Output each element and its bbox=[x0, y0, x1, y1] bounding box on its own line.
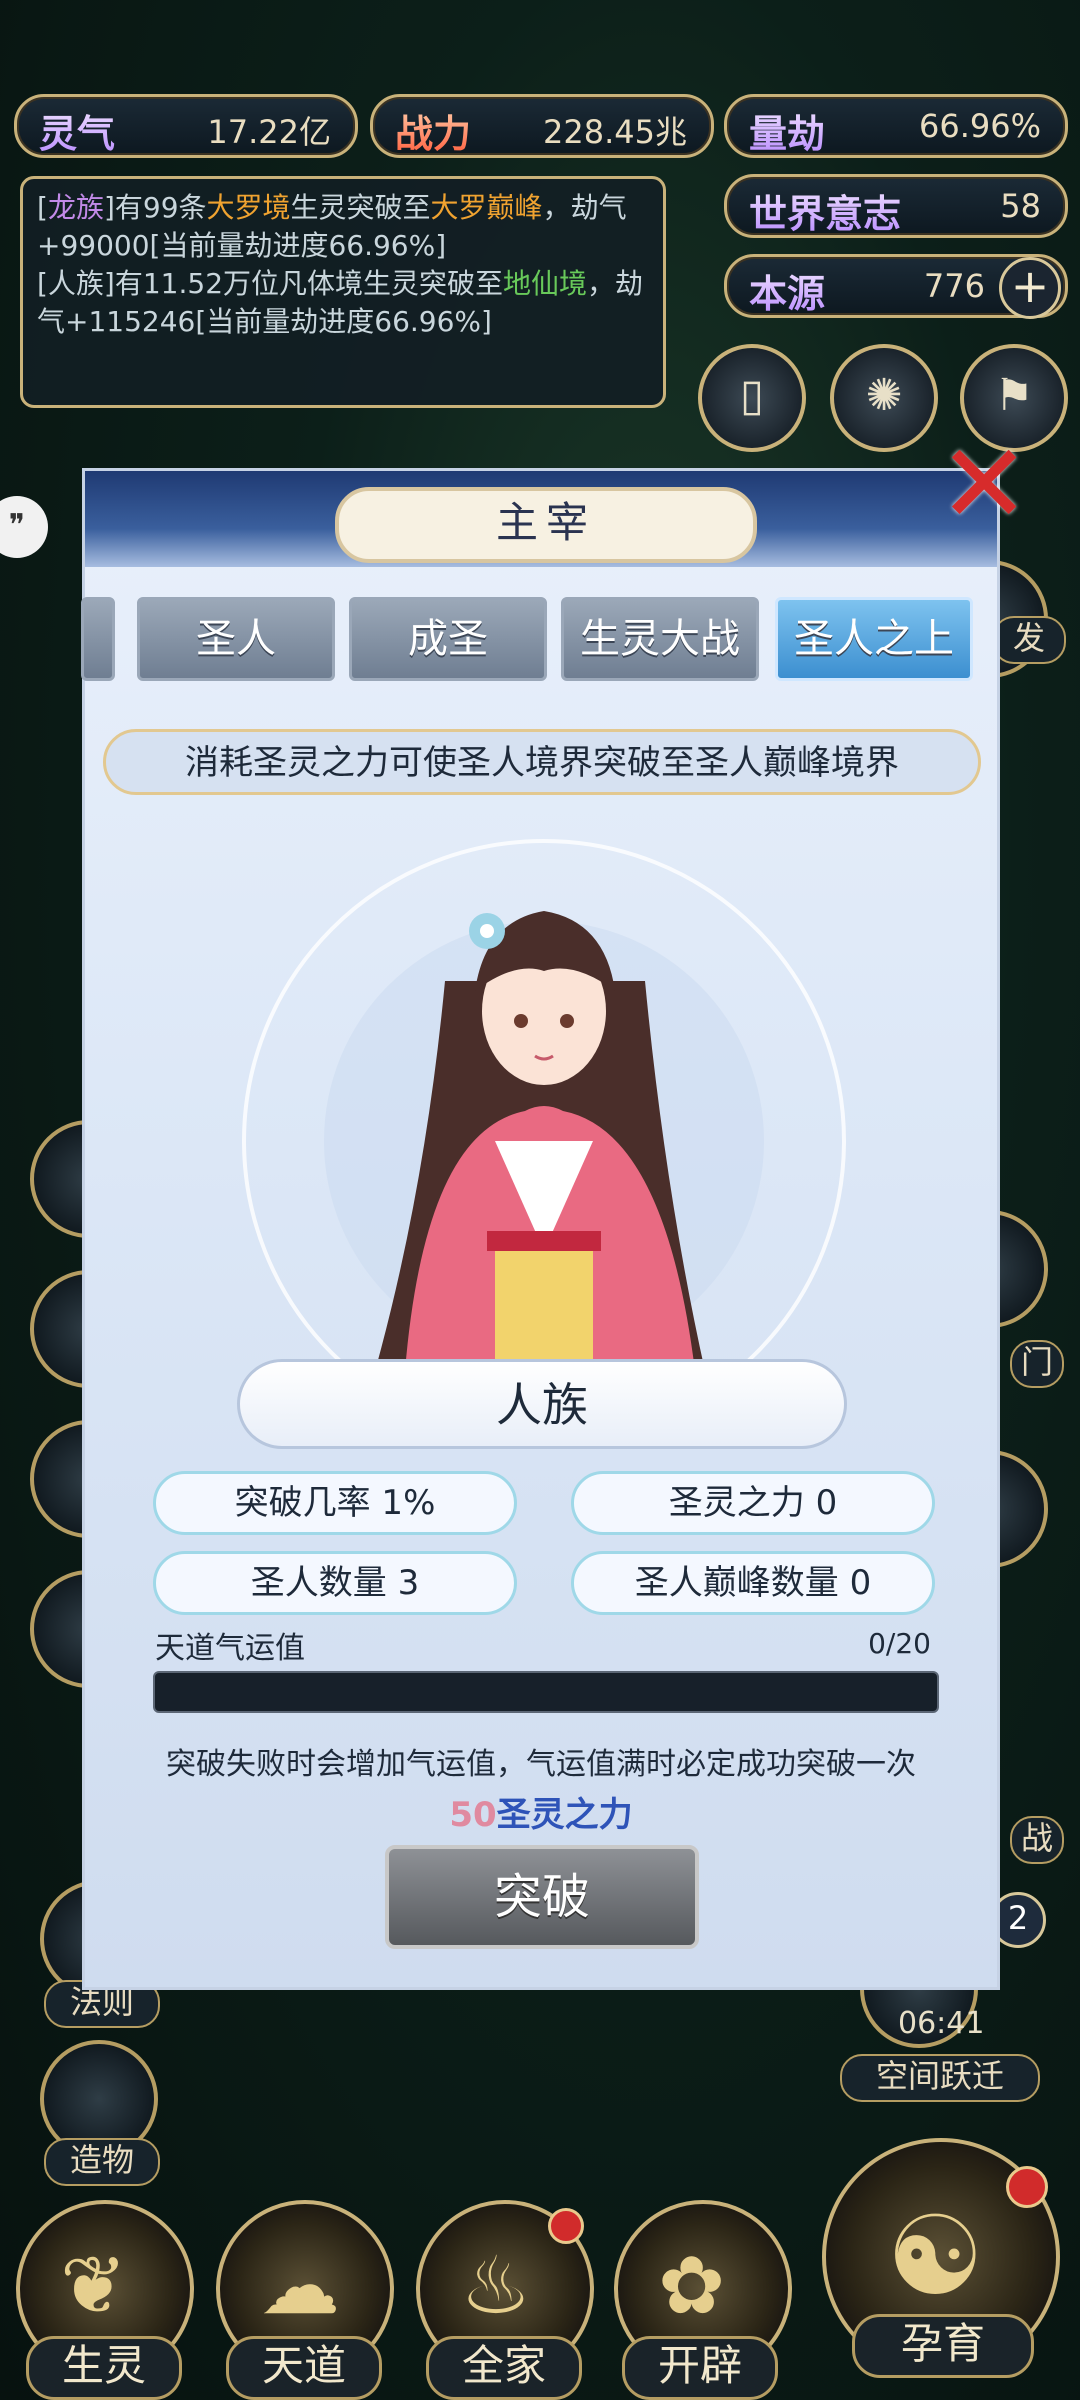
event-log: [龙族]有99条大罗境生灵突破至大罗巅峰，劫气+99000[当前量劫进度66.9… bbox=[20, 176, 666, 408]
zhanli-label: 战力 bbox=[395, 103, 471, 158]
log-race: 龙族 bbox=[47, 191, 104, 224]
luck-progress-bar bbox=[153, 1671, 939, 1713]
zhanli-value: 228.45兆 bbox=[543, 113, 687, 151]
saint-peak-count: 圣人巅峰数量 0 bbox=[571, 1551, 935, 1615]
embryo-icon: ☯ bbox=[886, 2192, 985, 2320]
dock-label-shengling: 生灵 bbox=[26, 2336, 182, 2400]
liangjie-bar: 量劫 66.96% bbox=[724, 94, 1068, 158]
tab-shengling-dazhan[interactable]: 生灵大战 bbox=[561, 597, 759, 681]
cost-currency: 圣灵之力 bbox=[496, 1795, 633, 1835]
character-portrait bbox=[242, 839, 846, 1411]
yunyu-red-dot bbox=[1006, 2166, 1048, 2208]
tab-shengren[interactable]: 圣人 bbox=[137, 597, 335, 681]
timer-text: 06:41 bbox=[898, 2006, 985, 2041]
cloud-icon: ☁ bbox=[260, 2239, 340, 2332]
log-text: [ bbox=[37, 191, 48, 224]
cost-label: 50圣灵之力 bbox=[85, 1787, 997, 1836]
phoenix-icon: ❦ bbox=[60, 2239, 128, 2332]
world-will-value: 58 bbox=[1000, 187, 1041, 225]
failure-note: 突破失败时会增加气运值，气运值满时必定成功突破一次 bbox=[166, 1747, 916, 1782]
quanjia-red-dot bbox=[548, 2208, 584, 2244]
right-partial-label: 门 bbox=[1010, 1340, 1064, 1388]
tab-chengsheng[interactable]: 成圣 bbox=[349, 597, 547, 681]
breakthrough-chance: 突破几率 1% bbox=[153, 1471, 517, 1535]
log-text: [人族]有11.52万位凡体境生灵突破至 bbox=[37, 267, 504, 300]
dock-label-tiandao: 天道 bbox=[226, 2336, 382, 2400]
description-bar: 消耗圣灵之力可使圣人境界突破至圣人巅峰境界 bbox=[103, 729, 981, 795]
tab-partial[interactable] bbox=[81, 597, 115, 681]
chat-bubble-icon[interactable]: ❞ bbox=[0, 496, 48, 558]
benyuan-value: 776 bbox=[923, 267, 985, 305]
log-target: 地仙境 bbox=[503, 267, 588, 300]
scroll-icon[interactable]: ▯ bbox=[698, 344, 806, 452]
lingqi-value: 17.22亿 bbox=[207, 113, 331, 151]
lotus-icon: ✿ bbox=[658, 2239, 726, 2332]
luck-value: 0/20 bbox=[868, 1627, 931, 1660]
close-icon[interactable]: ✕ bbox=[938, 429, 1030, 539]
space-jump-label: 空间跃迁 bbox=[840, 2054, 1040, 2102]
liangjie-value: 66.96% bbox=[918, 107, 1041, 145]
benyuan-bar: 本源 776 + bbox=[724, 254, 1068, 319]
add-benyuan-button[interactable]: + bbox=[999, 257, 1061, 319]
dock-label-yunyu: 孕育 bbox=[852, 2314, 1034, 2378]
log-realm: 大罗境 bbox=[206, 191, 291, 224]
zhanli-bar: 战力 228.45兆 bbox=[370, 94, 714, 158]
flame-icon: ♨ bbox=[460, 2239, 532, 2332]
dock-label-quanjia: 全家 bbox=[426, 2336, 582, 2400]
lingqi-bar: 灵气 17.22亿 bbox=[14, 94, 358, 158]
right-partial-label: 发 bbox=[992, 616, 1066, 664]
dominator-modal: 主宰 圣人 成圣 生灵大战 圣人之上 消耗圣灵之力可使圣人境界突破至圣人巅峰境界… bbox=[81, 468, 1000, 1990]
right-partial-label: 战 bbox=[1010, 1816, 1064, 1864]
vortex-icon[interactable]: ✺ bbox=[830, 344, 938, 452]
tab-shengren-zhishang[interactable]: 圣人之上 bbox=[775, 597, 973, 681]
creation-label: 造物 bbox=[44, 2138, 160, 2186]
race-name-bar: 人族 bbox=[237, 1359, 847, 1449]
saint-count: 圣人数量 3 bbox=[153, 1551, 517, 1615]
cost-amount: 50 bbox=[449, 1795, 497, 1835]
dock-label-kaipi: 开辟 bbox=[622, 2336, 778, 2400]
modal-title: 主宰 bbox=[335, 487, 757, 563]
log-target: 大罗巅峰 bbox=[430, 191, 543, 224]
breakthrough-button[interactable]: 突破 bbox=[385, 1845, 699, 1949]
log-text: ]有99条 bbox=[103, 191, 207, 224]
log-text: 生灵突破至 bbox=[290, 191, 431, 224]
holy-power-count: 圣灵之力 0 bbox=[571, 1471, 935, 1535]
world-will-bar: 世界意志 58 bbox=[724, 174, 1068, 238]
world-will-label: 世界意志 bbox=[749, 183, 901, 238]
lingqi-label: 灵气 bbox=[39, 103, 115, 158]
luck-label: 天道气运值 bbox=[155, 1631, 305, 1666]
liangjie-label: 量劫 bbox=[749, 103, 825, 158]
benyuan-label: 本源 bbox=[749, 263, 825, 318]
